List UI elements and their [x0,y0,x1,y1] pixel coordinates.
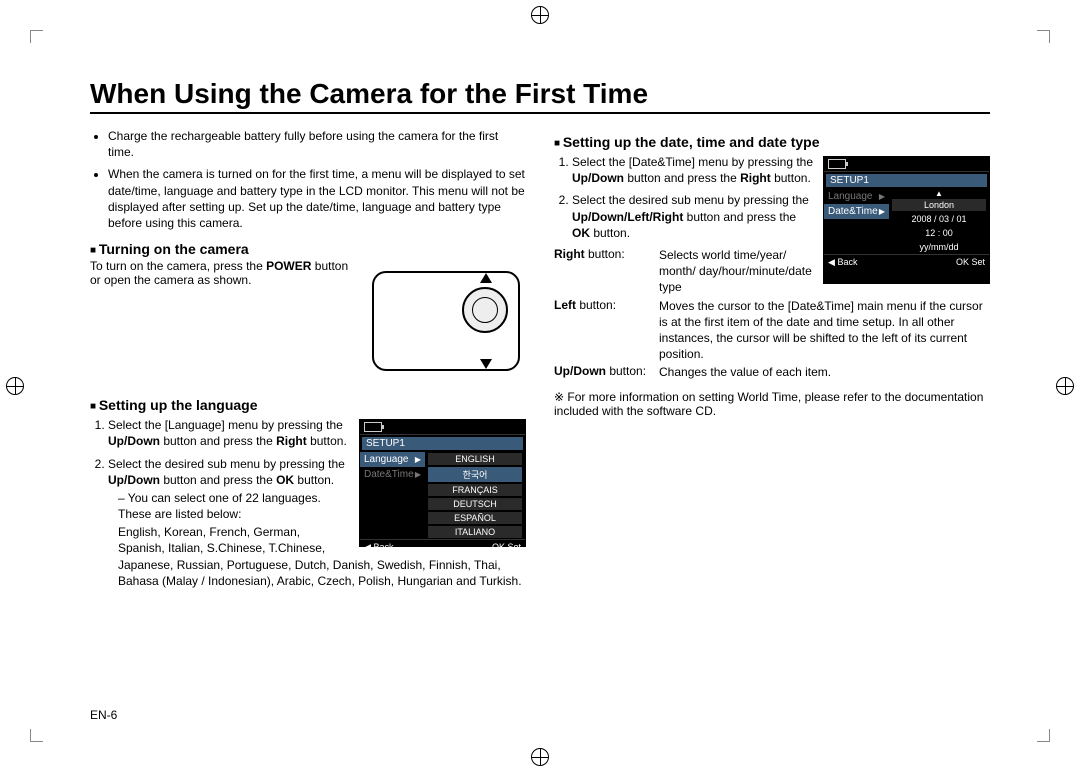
battery-icon [828,159,846,169]
registration-mark-icon [6,377,24,395]
intro-bullet: Charge the rechargeable battery fully be… [108,128,526,160]
arrow-up-icon [480,273,492,283]
page-number: EN-6 [90,708,117,722]
intro-bullets: Charge the rechargeable battery fully be… [90,128,526,231]
page-title: When Using the Camera for the First Time [90,78,990,114]
registration-mark-icon [1056,377,1074,395]
worldtime-note: For more information on setting World Ti… [554,390,990,418]
camera-illustration [366,261,526,381]
arrow-down-icon [480,359,492,369]
battery-icon [364,422,382,432]
registration-mark-icon [531,748,549,766]
heading-turning-on: Turning on the camera [90,241,526,257]
lcd-language-screenshot: SETUP1 Language▶ Date&Time▶ ENGLISH 한국어 … [359,419,526,547]
heading-language: Setting up the language [90,397,526,413]
intro-bullet: When the camera is turned on for the fir… [108,166,526,231]
lcd-datetime-screenshot: SETUP1 Language▶ Date&Time▶ ▲ London 200… [823,156,990,284]
heading-datetime: Setting up the date, time and date type [554,134,990,150]
registration-mark-icon [531,6,549,24]
